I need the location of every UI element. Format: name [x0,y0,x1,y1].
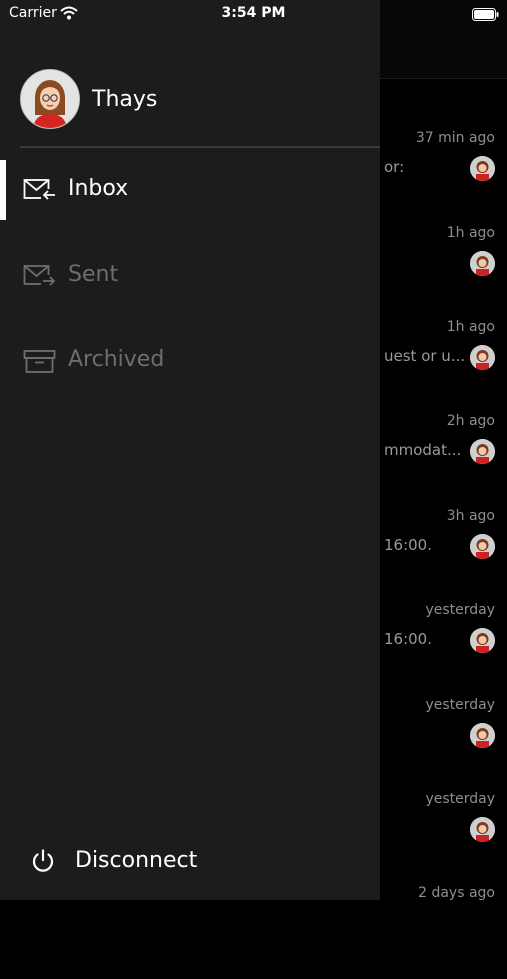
message-time: 37 min ago [415,130,495,146]
message-time: yesterday [425,602,495,618]
nav-item-inbox[interactable]: Inbox [0,160,380,220]
avatar [470,345,495,370]
message-time: yesterday [425,791,495,807]
message-time: 1h ago [446,319,495,335]
nav-label-inbox: Inbox [68,176,129,201]
active-indicator [0,160,6,220]
battery-icon [472,6,499,21]
message-time: yesterday [425,697,495,713]
nav-item-archived[interactable]: Archived [0,331,380,391]
nav-label-archived: Archived [68,347,165,372]
archive-icon [23,346,57,376]
profile-name: Thays [92,86,158,112]
message-snippet: uest or u... [384,347,466,365]
avatar [20,69,80,129]
nav-item-sent[interactable]: Sent [0,246,380,306]
status-time: 3:54 PM [221,5,286,21]
message-time: 2 days ago [418,885,495,901]
inbox-icon [23,175,57,205]
disconnect-label: Disconnect [75,848,198,873]
disconnect-button[interactable]: Disconnect [30,836,360,886]
avatar [470,534,495,559]
message-snippet: 16:00. [384,630,432,648]
divider [20,146,380,148]
message-snippet: 16:00. [384,536,432,554]
avatar [470,251,495,276]
avatar [470,723,495,748]
side-drawer: Thays Inbox Sent Archived Disconnect [0,0,380,900]
profile-header[interactable]: Thays [20,69,158,129]
message-time: 3h ago [446,508,495,524]
avatar [470,817,495,842]
power-icon [30,848,56,874]
message-snippet: mmodat... [384,441,462,459]
message-time: 1h ago [446,225,495,241]
status-bar: Carrier 3:54 PM [0,0,507,30]
nav-label-sent: Sent [68,262,119,287]
avatar [470,156,495,181]
avatar [470,628,495,653]
message-snippet: or: [384,158,405,176]
avatar [470,439,495,464]
sent-icon [23,261,57,291]
message-time: 2h ago [446,413,495,429]
